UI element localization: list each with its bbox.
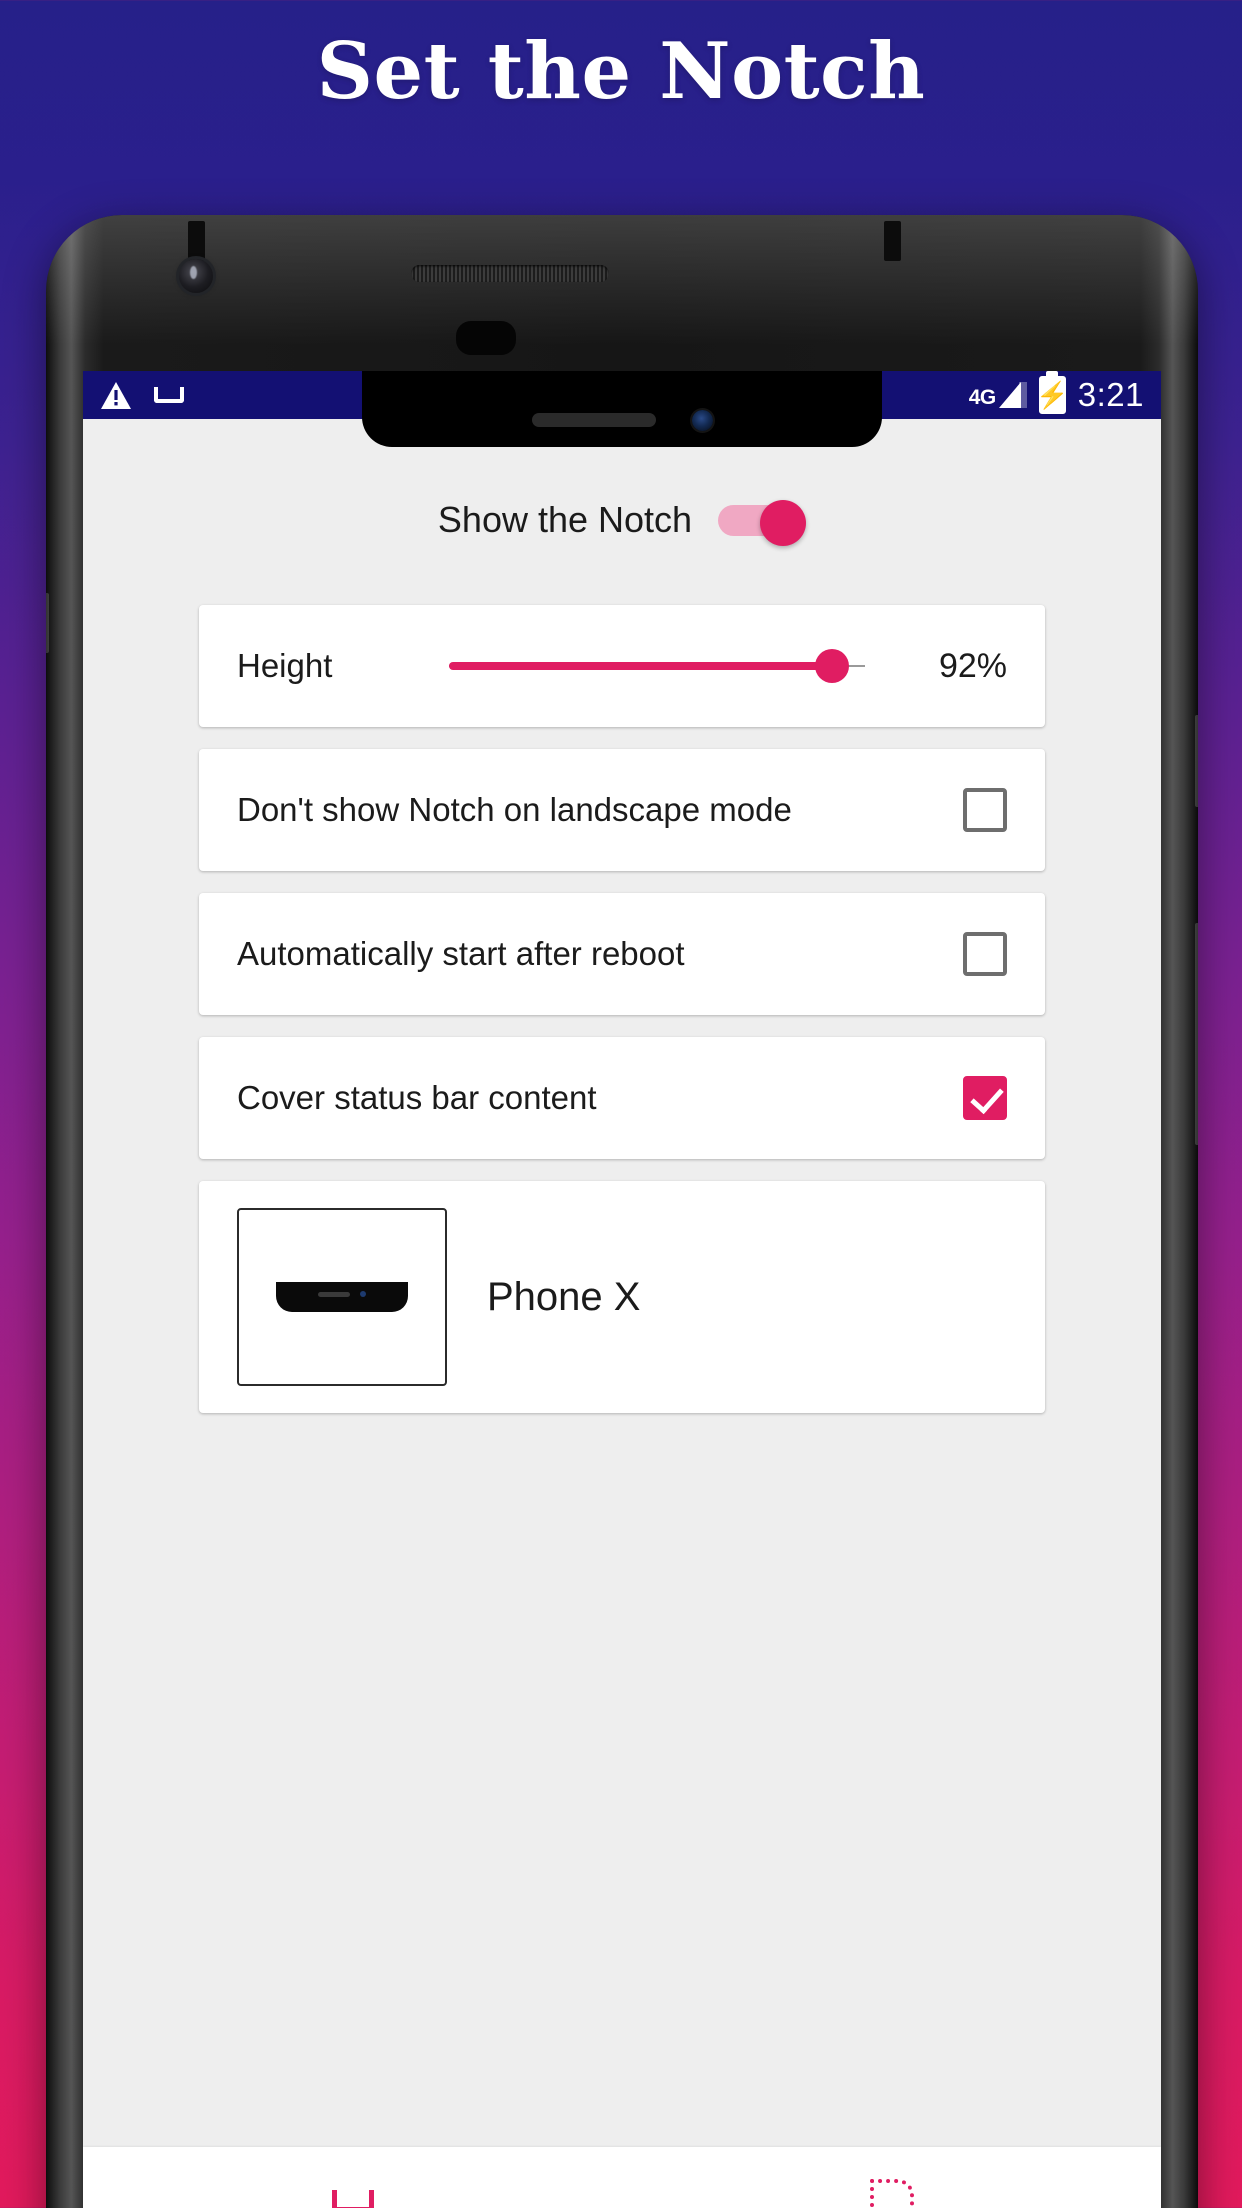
toggle-thumb (760, 500, 807, 546)
checkbox-row-landscape[interactable]: Don't show Notch on landscape mode (199, 749, 1045, 871)
notch-shape-icon (276, 1282, 408, 1312)
device-selection-card[interactable]: Phone X (199, 1181, 1045, 1413)
show-notch-toggle[interactable] (718, 500, 807, 546)
preview-camera-icon (360, 1291, 366, 1297)
notch-icon (154, 387, 184, 403)
notch-camera-icon (691, 409, 713, 431)
nav-item-notch[interactable]: Notch (83, 2184, 622, 2208)
app-content: Show the Notch Height 92% Don't show Not… (83, 419, 1161, 2147)
network-type-label: 4G (968, 386, 997, 409)
simulated-notch-overlay (362, 371, 882, 447)
phone-device-mockup: 4G ⚡ 3:21 Show the Notch Height 92% Don'… (46, 215, 1198, 2208)
notch-speaker-icon (531, 413, 656, 427)
show-notch-label: Show the Notch (437, 499, 693, 540)
checkbox-row-autostart[interactable]: Automatically start after reboot (199, 893, 1045, 1015)
checkbox-landscape[interactable] (963, 788, 1007, 832)
warning-triangle-icon (100, 381, 132, 410)
battery-charging-icon: ⚡ (1036, 376, 1068, 414)
slider-track-fill (449, 662, 832, 670)
rounded-corner-icon (869, 2178, 914, 2208)
settings-card-list: Height 92% Don't show Notch on landscape… (83, 605, 1161, 1413)
signal-icon: 4G (969, 382, 1027, 408)
signal-bars-icon (998, 382, 1027, 408)
promo-title: Set the Notch (316, 26, 926, 117)
nav-item-corners-upgrades[interactable]: Corners upgrades (622, 2173, 1161, 2208)
device-preview-thumbnail (237, 1208, 447, 1386)
clock-label: 3:21 (1077, 376, 1144, 413)
sensor-pill-icon (456, 321, 516, 355)
checkbox-label: Cover status bar content (237, 1078, 597, 1116)
preview-speaker-icon (318, 1291, 350, 1297)
checkbox-cover-status-bar[interactable] (963, 1076, 1007, 1120)
checkbox-label: Don't show Notch on landscape mode (237, 790, 792, 828)
status-bar-left (100, 381, 184, 410)
earpiece-speaker-icon (411, 265, 609, 282)
power-button[interactable] (1195, 715, 1198, 807)
front-camera-icon (179, 259, 213, 293)
device-name-label: Phone X (487, 1274, 641, 1319)
checkbox-autostart[interactable] (963, 932, 1007, 976)
phone-screen: 4G ⚡ 3:21 Show the Notch Height 92% Don'… (83, 371, 1161, 2208)
notch-icon (331, 2189, 374, 2208)
height-slider-card[interactable]: Height 92% (199, 605, 1045, 727)
bottom-navigation-bar: Notch Corners upgrades (83, 2147, 1161, 2208)
volume-button[interactable] (1195, 923, 1198, 1145)
antenna-line-left-icon (188, 221, 205, 261)
status-bar-right: 4G ⚡ 3:21 (969, 376, 1144, 414)
slider-thumb[interactable] (814, 649, 849, 683)
height-label: Height (237, 647, 333, 684)
show-notch-row[interactable]: Show the Notch (83, 477, 1161, 563)
left-side-button[interactable] (46, 593, 49, 653)
phone-body: 4G ⚡ 3:21 Show the Notch Height 92% Don'… (46, 215, 1198, 2208)
height-value-label: 92% (938, 646, 1007, 685)
height-slider[interactable] (449, 646, 865, 686)
checkbox-label: Automatically start after reboot (237, 934, 685, 972)
checkbox-row-cover-status-bar[interactable]: Cover status bar content (199, 1037, 1045, 1159)
antenna-line-right-icon (884, 221, 901, 261)
